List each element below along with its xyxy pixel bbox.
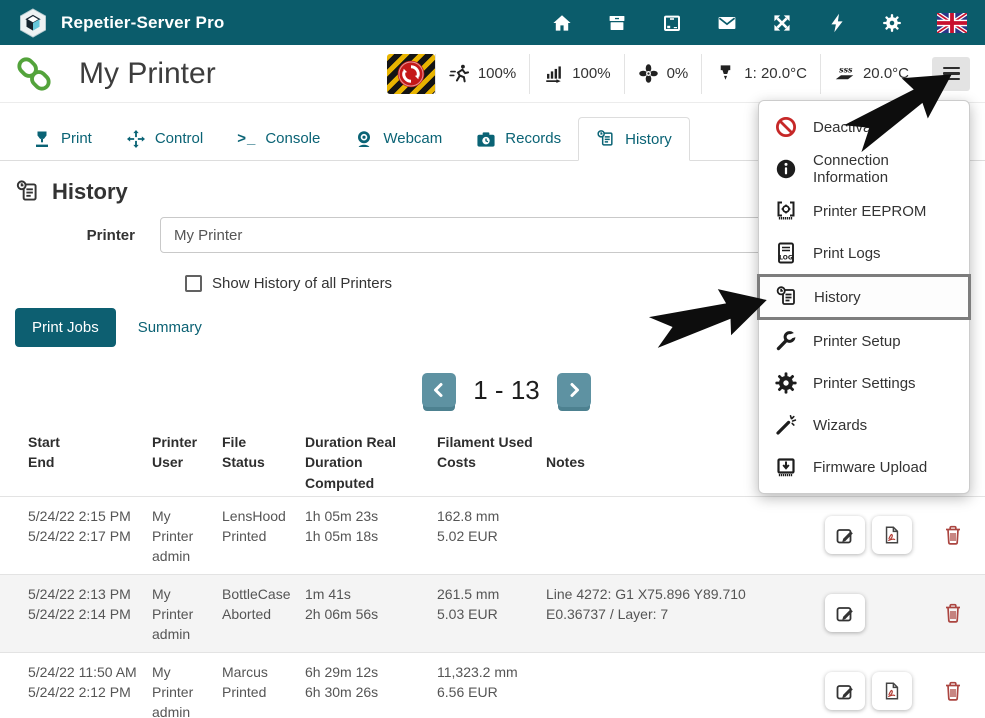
records-camera-icon [476, 129, 496, 149]
messages-icon[interactable] [717, 13, 737, 33]
menu-item-printer-eeprom[interactable]: Printer EEPROM [759, 190, 969, 232]
status-extruder[interactable]: 1: 20.0°C [701, 54, 820, 94]
previous-page-button[interactable] [422, 373, 456, 407]
pdf-file-icon [882, 681, 902, 701]
heated-bed-icon: sss [834, 63, 855, 84]
all-printers-checkbox-label: Show History of all Printers [212, 275, 392, 292]
delete-entry-button[interactable] [939, 676, 967, 706]
project-box-icon[interactable] [607, 13, 627, 33]
speed-runner-icon [449, 63, 470, 84]
global-settings-gear-icon[interactable] [882, 13, 902, 33]
edit-notes-button[interactable] [825, 594, 865, 632]
fan-icon [638, 63, 659, 84]
quick-actions-bolt-icon[interactable] [827, 13, 847, 33]
table-row: 5/24/22 11:50 AM5/24/22 2:12 PM My Print… [0, 653, 985, 718]
menu-item-deactivate[interactable]: Deactivate [759, 106, 969, 148]
printer-dropdown-menu: Deactivate Connection Information Printe… [758, 100, 970, 494]
edit-pencil-icon [835, 681, 855, 701]
gear-icon [774, 371, 798, 395]
history-doc-clock-icon [775, 285, 799, 309]
printer-connected-link-icon [15, 55, 53, 93]
flow-bars-icon [543, 63, 564, 84]
page-range: 1 - 13 [473, 375, 540, 406]
ban-icon [774, 115, 798, 139]
tab-history[interactable]: History [578, 117, 690, 161]
app-title: Repetier-Server Pro [61, 13, 224, 33]
status-bed[interactable]: sss 20.0°C [820, 54, 922, 94]
page-title: My Printer [79, 57, 216, 91]
svg-text:LOG: LOG [779, 255, 793, 262]
chevron-right-icon [565, 381, 583, 399]
edit-notes-button[interactable] [825, 516, 865, 554]
firmware-chip-download-icon [774, 455, 798, 479]
trash-icon [943, 680, 963, 702]
table-row: 5/24/22 2:13 PM5/24/22 2:14 PM My Printe… [0, 575, 985, 653]
delete-entry-button[interactable] [939, 520, 967, 550]
wrench-icon [774, 329, 798, 353]
webcam-icon [354, 129, 374, 149]
pdf-file-icon [882, 525, 902, 545]
printer-header: My Printer [0, 45, 985, 103]
all-printers-checkbox[interactable] [185, 275, 202, 292]
trash-icon [943, 524, 963, 546]
move-arrows-icon [126, 129, 146, 149]
svg-text:sss: sss [839, 66, 853, 75]
tab-print[interactable]: Print [15, 117, 109, 160]
history-heading-icon [15, 179, 41, 205]
menu-item-printer-setup[interactable]: Printer Setup [759, 320, 969, 362]
status-flow: 100% [529, 54, 623, 94]
edit-pencil-icon [835, 525, 855, 545]
print-bed-icon[interactable] [662, 13, 682, 33]
console-prompt-icon: >_ [237, 130, 256, 147]
emergency-stop-button[interactable] [387, 54, 435, 94]
tab-webcam[interactable]: Webcam [337, 117, 459, 160]
menu-item-history[interactable]: History [757, 274, 971, 320]
top-navigation-bar: Repetier-Server Pro [0, 0, 985, 45]
next-page-button[interactable] [557, 373, 591, 407]
pdf-report-button[interactable] [872, 672, 912, 710]
history-doc-clock-icon [596, 129, 616, 149]
table-row: 5/24/22 2:15 PM5/24/22 2:17 PM My Printe… [0, 497, 985, 575]
eeprom-chip-icon [774, 199, 798, 223]
tab-console[interactable]: >_ Console [220, 117, 337, 160]
magic-wand-icon [774, 413, 798, 437]
language-flag-icon[interactable] [937, 13, 967, 33]
print-jobs-button[interactable]: Print Jobs [15, 308, 116, 347]
edit-pencil-icon [835, 603, 855, 623]
chevron-left-icon [430, 381, 448, 399]
fullscreen-icon[interactable] [772, 13, 792, 33]
pdf-report-button[interactable] [872, 516, 912, 554]
topbar-icon-group [552, 13, 967, 33]
delete-entry-button[interactable] [939, 598, 967, 628]
repetier-server-app: Repetier-Server Pro [0, 0, 985, 718]
tab-control[interactable]: Control [109, 117, 220, 160]
menu-item-firmware-upload[interactable]: Firmware Upload [759, 446, 969, 488]
section-heading: History [52, 179, 128, 205]
print-nozzle-icon [32, 129, 52, 149]
menu-item-wizards[interactable]: Wizards [759, 404, 969, 446]
menu-item-connection-information[interactable]: Connection Information [759, 148, 969, 190]
info-icon [774, 157, 798, 181]
home-icon[interactable] [552, 13, 572, 33]
edit-notes-button[interactable] [825, 672, 865, 710]
trash-icon [943, 602, 963, 624]
menu-item-printer-settings[interactable]: Printer Settings [759, 362, 969, 404]
extruder-nozzle-icon [715, 63, 736, 84]
printer-menu-button[interactable] [932, 57, 970, 91]
status-fan: 0% [624, 54, 702, 94]
printer-status-bar: 100% 100% 0 [387, 53, 970, 95]
summary-link[interactable]: Summary [138, 319, 202, 336]
status-speed: 100% [435, 54, 529, 94]
repetier-logo-icon [18, 8, 48, 38]
tab-records[interactable]: Records [459, 117, 578, 160]
log-file-icon: LOG [774, 241, 798, 265]
menu-item-print-logs[interactable]: LOG Print Logs [759, 232, 969, 274]
printer-select-label: Printer [0, 227, 160, 244]
